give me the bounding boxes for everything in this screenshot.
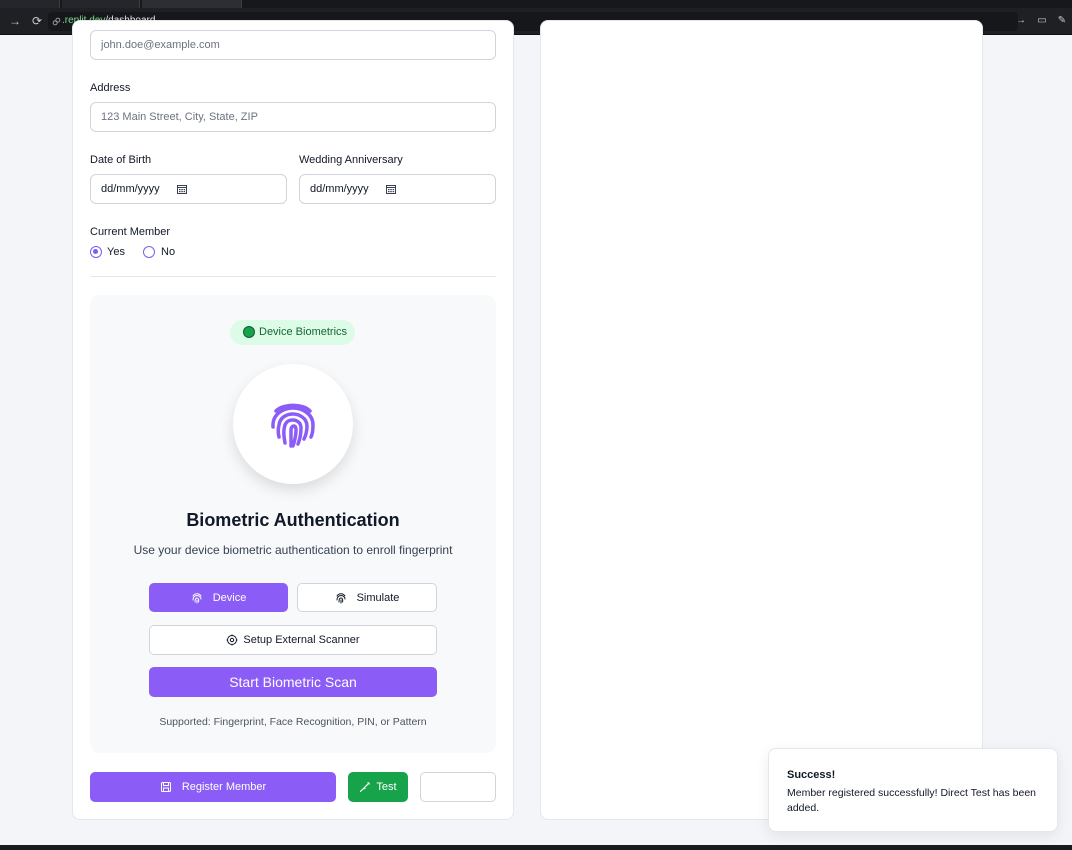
wrench-icon[interactable]: ✎ [1055, 14, 1069, 28]
anniversary-label: Wedding Anniversary [299, 154, 403, 166]
email-input[interactable]: john.doe@example.com [90, 30, 496, 60]
current-member-yes-label[interactable]: Yes [107, 245, 125, 259]
current-member-label: Current Member [90, 226, 171, 238]
forward-arrow-icon[interactable]: → [8, 14, 22, 28]
reload-icon[interactable]: ⟳ [30, 14, 44, 28]
save-icon [160, 782, 171, 792]
address-label: Address [90, 82, 131, 94]
address-input[interactable]: 123 Main Street, City, State, ZIP [90, 102, 496, 132]
success-toast: Success! Member registered successfully!… [768, 748, 1058, 832]
dob-label: Date of Birth [90, 154, 152, 166]
test-button[interactable]: Test [348, 772, 408, 802]
arrow-right-icon[interactable]: → [1014, 14, 1028, 28]
bottom-bar [0, 845, 1072, 850]
start-biometric-scan-label: Start Biometric Scan [229, 674, 357, 690]
biometric-title: Biometric Authentication [186, 510, 400, 530]
anniversary-input[interactable]: dd/mm/yyyy [299, 174, 496, 204]
browser-tab[interactable] [0, 0, 60, 8]
setup-external-scanner-button[interactable]: Setup External Scanner [149, 625, 437, 655]
simulate-button[interactable]: Simulate [297, 583, 437, 612]
test-tube-icon [360, 781, 371, 793]
current-member-yes-radio[interactable] [90, 246, 102, 258]
cancel-button[interactable] [420, 772, 496, 802]
current-member-no-radio[interactable] [143, 246, 155, 258]
calendar-icon[interactable] [386, 184, 396, 194]
device-button-label: Device [212, 591, 247, 604]
section-divider [90, 276, 496, 277]
fingerprint-icon [192, 592, 202, 603]
biometric-description: Use your device biometric authentication… [133, 543, 453, 557]
dob-input[interactable]: dd/mm/yyyy [90, 174, 287, 204]
browser-tab[interactable] [62, 0, 140, 8]
toast-title: Success! [787, 769, 836, 781]
fingerprint-icon [271, 403, 315, 448]
browser-tab-active[interactable] [142, 0, 242, 8]
anniversary-value: dd/mm/yyyy [310, 183, 369, 195]
link-icon [52, 17, 61, 26]
status-dot-icon [243, 326, 255, 338]
devices-icon[interactable]: ▭ [1035, 14, 1049, 28]
browser-tab-strip [0, 0, 1072, 8]
test-button-label: Test [376, 781, 397, 793]
device-button[interactable]: Device [149, 583, 288, 612]
register-member-button[interactable]: Register Member [90, 772, 336, 802]
start-biometric-scan-button[interactable]: Start Biometric Scan [149, 667, 437, 697]
right-panel [540, 20, 983, 820]
calendar-icon[interactable] [177, 184, 187, 194]
gear-icon [226, 634, 238, 646]
dob-value: dd/mm/yyyy [101, 183, 160, 195]
fingerprint-icon [336, 592, 346, 603]
current-member-no-label[interactable]: No [161, 245, 175, 259]
setup-external-scanner-label: Setup External Scanner [243, 634, 360, 646]
simulate-button-label: Simulate [356, 591, 400, 604]
device-biometrics-badge-label: Device Biometrics [259, 326, 348, 338]
supported-methods-text: Supported: Fingerprint, Face Recognition… [159, 716, 427, 728]
toast-message: Member registered successfully! Direct T… [787, 787, 1036, 814]
register-member-label: Register Member [181, 781, 267, 793]
